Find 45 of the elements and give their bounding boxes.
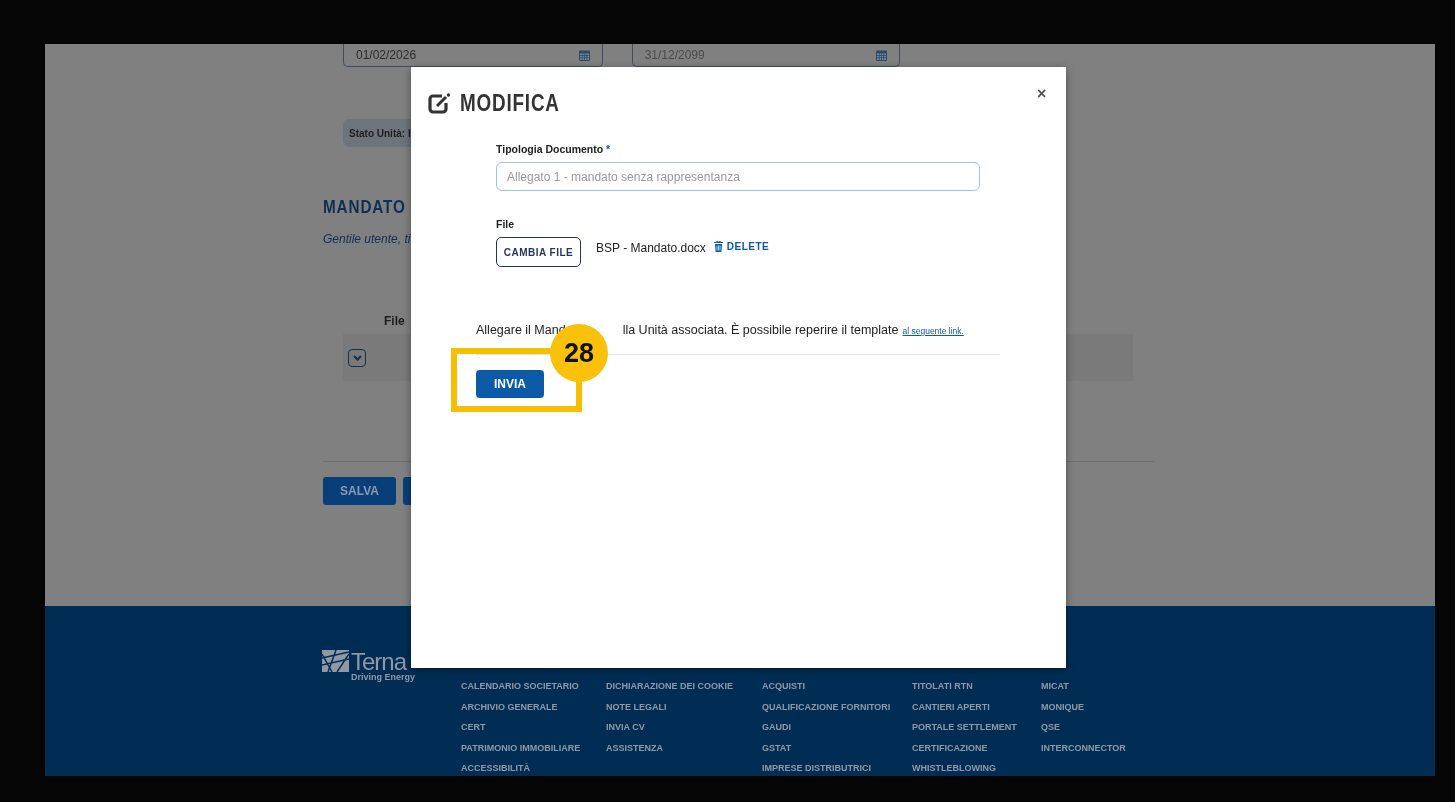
expand-button[interactable]	[348, 348, 366, 367]
save-button[interactable]: SALVA	[323, 477, 396, 505]
footer-link[interactable]: MICAT	[1041, 680, 1161, 693]
footer-link[interactable]: CANTIERI APERTI	[912, 700, 1041, 713]
footer-link[interactable]: WHISTLEBLOWING	[912, 762, 1041, 775]
footer-link[interactable]: QSE	[1041, 721, 1161, 734]
footer-link[interactable]: ACCESSIBILITÀ	[461, 762, 606, 775]
footer-link[interactable]: PATRIMONIO IMMOBILIARE	[461, 741, 606, 754]
footer-link[interactable]: ACQUISTI	[762, 680, 912, 693]
footer-link[interactable]: ASSISTENZA	[606, 741, 762, 754]
footer-link[interactable]: INTERCONNECTOR	[1041, 741, 1161, 754]
footer-link[interactable]: MONIQUE	[1041, 700, 1161, 713]
template-link[interactable]: al seguente link.	[902, 326, 964, 336]
edit-icon	[428, 93, 451, 114]
send-button[interactable]: INVIA	[476, 370, 544, 398]
footer-link[interactable]: DICHIARAZIONE DEI COOKIE	[606, 680, 762, 693]
logo-text: Terna	[351, 652, 407, 672]
logo-tagline: Driving Energy	[351, 672, 416, 682]
field-label: File	[496, 218, 516, 230]
calendar-icon[interactable]	[578, 49, 590, 61]
change-file-button[interactable]: CAMBIA FILE	[496, 237, 581, 267]
footer-link[interactable]: PORTALE SETTLEMENT	[912, 721, 1041, 734]
footer-link[interactable]: ARCHIVIO GENERALE	[461, 700, 606, 713]
close-button[interactable]: ×	[1035, 83, 1049, 105]
dialog-title: MODIFICA	[460, 90, 560, 117]
footer-link[interactable]: GAUDI	[762, 721, 912, 734]
footer-link[interactable]: CERT	[461, 721, 606, 734]
footer-link[interactable]: IMPRESE DISTRIBUTRICI	[762, 762, 912, 775]
trash-icon	[713, 241, 723, 252]
footer-link[interactable]: CERTIFICAZIONE	[912, 741, 1041, 754]
footer-link[interactable]: NOTE LEGALI	[606, 700, 762, 713]
footer-link[interactable]: GSTAT	[762, 741, 912, 754]
document-type-field[interactable]: Allegato 1 - mandato senza rappresentanza	[496, 162, 980, 191]
footer-link[interactable]: TITOLATI RTN	[912, 680, 1041, 693]
footer-link[interactable]: INVIA CV	[606, 721, 762, 734]
field-label: Tipologia Documento *	[496, 143, 612, 155]
section-title: MANDATO	[323, 197, 407, 218]
delete-button[interactable]: DELETE	[713, 241, 770, 252]
calendar-icon[interactable]	[876, 49, 887, 61]
note-text: lla Unità associata. È possibile reperire il template	[622, 323, 899, 337]
logo-mark-icon	[322, 650, 349, 672]
file-name: BSP - Mandato.docx	[596, 241, 706, 255]
footer-link[interactable]: CALENDARIO SOCIETARIO	[461, 680, 606, 693]
footer-link[interactable]: QUALIFICAZIONE FORNITORI	[762, 700, 912, 713]
chevron-down-icon	[352, 354, 362, 361]
